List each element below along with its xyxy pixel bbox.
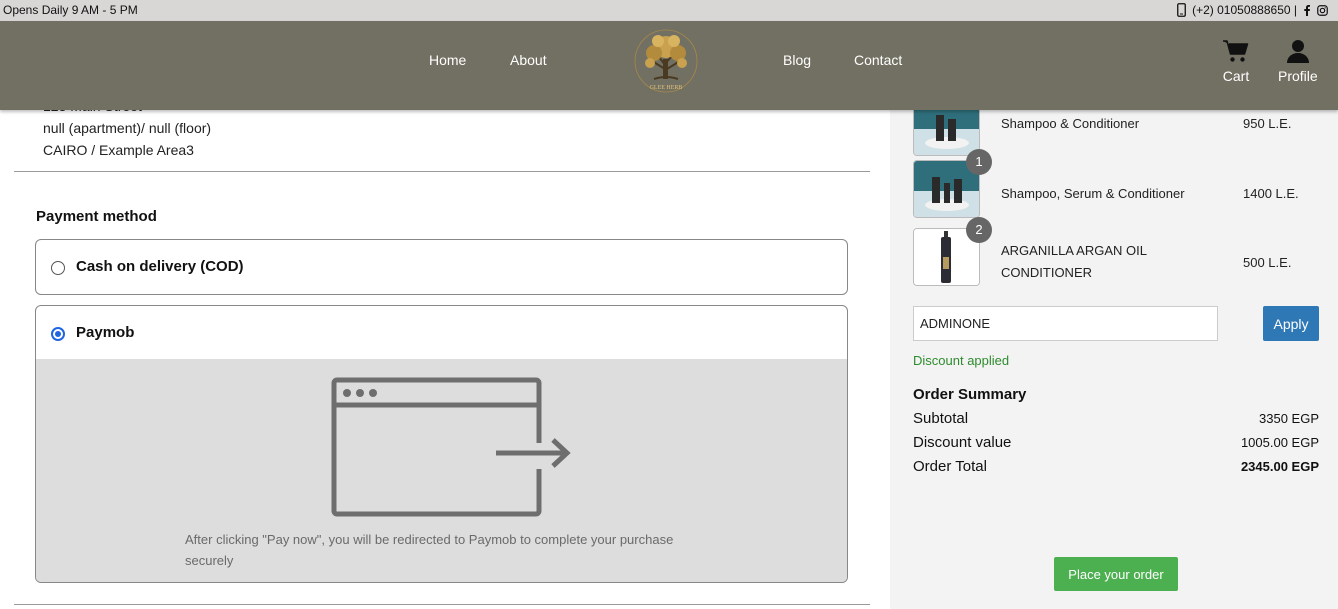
place-order-button[interactable]: Place your order xyxy=(1054,557,1178,591)
instagram-icon[interactable] xyxy=(1317,4,1328,16)
address-apartment: null (apartment)/ null (floor) xyxy=(43,120,212,136)
cart-button[interactable]: Cart xyxy=(1222,37,1250,84)
cart-label: Cart xyxy=(1222,68,1250,84)
quantity-badge: 1 xyxy=(966,149,992,175)
subtotal-value: 3350 EGP xyxy=(1259,411,1319,426)
main-navbar: Home About GLEE HERB Blog Contact Cart P… xyxy=(0,21,1338,110)
address-city: CAIRO / Example Area3 xyxy=(43,142,194,158)
contact-info: (+2) 01050888650 | xyxy=(1177,3,1328,17)
phone-number[interactable]: (+2) 01050888650 | xyxy=(1192,3,1297,17)
discount-code-input[interactable] xyxy=(913,306,1218,341)
item-price: 1400 L.E. xyxy=(1243,186,1299,201)
discount-applied-message: Discount applied xyxy=(913,353,1010,368)
payment-option-paymob[interactable]: Paymob After clicking "Pay now", you wil… xyxy=(35,305,848,583)
discount-row: Discount value 1005.00 EGP xyxy=(913,434,1319,451)
item-name: Shampoo & Conditioner xyxy=(1001,116,1140,131)
cod-label: Cash on delivery (COD) xyxy=(76,258,244,275)
order-summary-panel: Shampoo & Conditioner 950 L.E. 1 Shampoo… xyxy=(890,98,1338,609)
nav-link-blog[interactable]: Blog xyxy=(783,52,811,68)
paymob-redirect-text: After clicking "Pay now", you will be re… xyxy=(185,532,674,568)
item-name: Shampoo, Serum & Conditioner xyxy=(1001,186,1185,201)
quantity-badge: 2 xyxy=(966,217,992,243)
phone-icon xyxy=(1177,3,1187,17)
browser-redirect-icon xyxy=(331,377,576,522)
order-summary-title: Order Summary xyxy=(913,386,1027,403)
paymob-info-panel: After clicking "Pay now", you will be re… xyxy=(36,359,847,582)
logo-text: GLEE HERB xyxy=(650,85,683,91)
item-name: ARGANILLA ARGAN OIL CONDITIONER xyxy=(1001,243,1147,280)
item-price: 950 L.E. xyxy=(1243,116,1292,131)
item-price: 500 L.E. xyxy=(1243,255,1292,270)
profile-button[interactable]: Profile xyxy=(1278,37,1318,84)
facebook-icon[interactable] xyxy=(1303,4,1311,16)
divider xyxy=(14,604,870,605)
opening-hours: Opens Daily 9 AM - 5 PM xyxy=(3,3,138,17)
paymob-radio[interactable] xyxy=(51,327,65,341)
discount-value: 1005.00 EGP xyxy=(1240,435,1319,450)
apply-discount-button[interactable]: Apply xyxy=(1263,306,1319,341)
divider xyxy=(14,171,870,172)
order-total-row: Order Total 2345.00 EGP xyxy=(913,458,1319,475)
discount-value-label: Discount value xyxy=(913,434,1012,451)
subtotal-row: Subtotal 3350 EGP xyxy=(913,410,1319,427)
user-icon xyxy=(1286,39,1310,66)
checkout-left-column: 123 Main Street null (apartment)/ null (… xyxy=(0,98,890,609)
nav-link-contact[interactable]: Contact xyxy=(854,52,902,68)
cart-icon xyxy=(1222,39,1250,66)
brand-logo[interactable]: GLEE HERB xyxy=(634,25,698,97)
order-total-value: 2345.00 EGP xyxy=(1240,459,1319,474)
nav-link-home[interactable]: Home xyxy=(429,52,466,68)
profile-label: Profile xyxy=(1278,68,1318,84)
order-total-label: Order Total xyxy=(913,458,987,475)
subtotal-label: Subtotal xyxy=(913,410,969,427)
payment-method-title: Payment method xyxy=(36,208,157,225)
cod-radio[interactable] xyxy=(51,261,65,275)
top-info-bar: Opens Daily 9 AM - 5 PM (+2) 01050888650… xyxy=(0,0,1338,21)
paymob-label: Paymob xyxy=(76,324,135,341)
payment-option-cod[interactable]: Cash on delivery (COD) xyxy=(35,239,848,295)
nav-link-about[interactable]: About xyxy=(510,52,547,68)
